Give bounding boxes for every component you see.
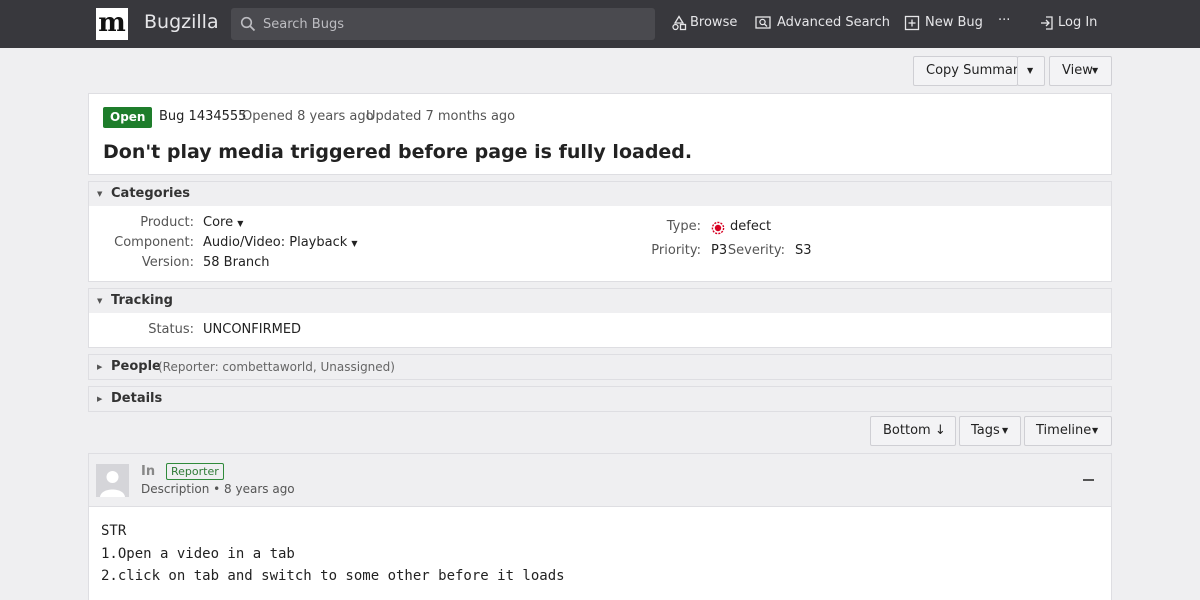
bug-icon — [711, 221, 725, 235]
nav-browse-label: Browse — [690, 15, 738, 30]
people-heading: People — [111, 359, 161, 374]
copy-summary-button[interactable]: Copy Summary — [913, 56, 1026, 86]
version-value: 58 Branch — [203, 255, 270, 270]
status-label: Status: — [148, 322, 194, 337]
plus-box-icon — [904, 15, 920, 31]
avatar[interactable] — [96, 464, 129, 497]
collapsed-triangle-icon: ▶ — [97, 395, 103, 403]
tracking-section: ▼ Tracking Status: UNCONFIRMED — [88, 288, 1112, 348]
collapsed-triangle-icon: ▶ — [97, 363, 103, 371]
details-heading: Details — [111, 391, 163, 406]
advanced-search-icon — [755, 16, 771, 29]
expanded-triangle-icon: ▼ — [97, 190, 103, 198]
categories-section: ▼ Categories Product: Core ▼ Component: … — [88, 181, 1112, 282]
chevron-down-icon: ▼ — [237, 219, 244, 228]
copy-summary-label: Copy Summary — [926, 63, 1026, 78]
component-value[interactable]: Audio/Video: Playback ▼ — [203, 235, 358, 250]
bug-title[interactable]: Don't play media triggered before page i… — [103, 141, 692, 163]
bug-id-link[interactable]: Bug 1434555 — [159, 109, 246, 124]
search-box[interactable] — [231, 8, 655, 40]
comment-header: In Reporter Description • 8 years ago — [89, 454, 1111, 507]
browse-icon — [672, 15, 687, 31]
tracking-heading: Tracking — [111, 293, 173, 308]
bug-summary-panel: Open Bug 1434555 Opened 8 years ago Upda… — [88, 93, 1112, 175]
tags-label: Tags — [971, 423, 1000, 438]
chevron-down-icon: ▼ — [1092, 426, 1099, 435]
bottom-label: Bottom ↓ — [883, 423, 946, 438]
type-value: defect — [730, 219, 772, 234]
more-icon: ··· — [998, 13, 1011, 28]
timeline-label: Timeline — [1036, 423, 1092, 438]
product-label: Product: — [140, 215, 194, 230]
expanded-triangle-icon: ▼ — [97, 297, 103, 305]
nav-advanced-search-label: Advanced Search — [777, 15, 891, 30]
copy-summary-dropdown[interactable]: ▼ — [1017, 56, 1045, 86]
view-label: View — [1062, 63, 1093, 78]
bottom-button[interactable]: Bottom ↓ — [870, 416, 956, 446]
reporter-badge: Reporter — [166, 463, 224, 480]
people-summary: (Reporter: combettaworld, Unassigned) — [158, 360, 395, 374]
minus-icon[interactable] — [1083, 479, 1094, 481]
people-header[interactable]: ▶ People (Reporter: combettaworld, Unass… — [89, 355, 1111, 379]
chevron-down-icon: ▼ — [351, 239, 358, 248]
categories-heading: Categories — [111, 186, 191, 201]
tracking-header[interactable]: ▼ Tracking — [89, 289, 1111, 313]
component-label: Component: — [114, 235, 194, 250]
chevron-down-icon: ▼ — [1002, 426, 1009, 435]
top-navigation-bar: m Bugzilla Browse Advanced Search New B — [0, 0, 1200, 48]
nav-login-label: Log In — [1058, 15, 1098, 30]
comment-body: STR 1.Open a video in a tab 2.click on t… — [101, 523, 565, 584]
product-value[interactable]: Core ▼ — [203, 215, 243, 230]
priority-label: Priority: — [651, 243, 701, 258]
chevron-down-icon: ▼ — [1027, 66, 1034, 75]
severity-label: Severity: — [727, 243, 785, 258]
nav-new-bug-label: New Bug — [925, 15, 983, 30]
type-label: Type: — [666, 219, 701, 234]
search-icon — [240, 16, 256, 32]
login-icon — [1041, 16, 1053, 30]
version-label: Version: — [141, 255, 194, 270]
categories-header[interactable]: ▼ Categories — [89, 182, 1111, 206]
mozilla-logo[interactable]: m — [96, 8, 128, 40]
tags-button[interactable]: Tags ▼ — [959, 416, 1021, 446]
view-menu-button[interactable]: View ▼ — [1049, 56, 1112, 86]
user-icon — [100, 471, 125, 497]
comment-author[interactable]: In — [141, 464, 155, 479]
brand-name[interactable]: Bugzilla — [144, 11, 219, 33]
search-input[interactable] — [263, 8, 643, 40]
comment-meta[interactable]: Description • 8 years ago — [141, 482, 295, 496]
comment-0: In Reporter Description • 8 years ago ST… — [88, 453, 1112, 600]
people-section: ▶ People (Reporter: combettaworld, Unass… — [88, 354, 1112, 380]
status-badge: Open — [103, 107, 153, 128]
timeline-button[interactable]: Timeline ▼ — [1024, 416, 1112, 446]
opened-time: Opened 8 years ago — [242, 109, 374, 124]
chevron-down-icon: ▼ — [1092, 66, 1099, 75]
details-header[interactable]: ▶ Details — [89, 387, 1111, 411]
updated-time: Updated 7 months ago — [366, 109, 516, 124]
details-section: ▶ Details — [88, 386, 1112, 412]
status-value: UNCONFIRMED — [203, 322, 302, 337]
severity-value: S3 — [795, 243, 812, 258]
